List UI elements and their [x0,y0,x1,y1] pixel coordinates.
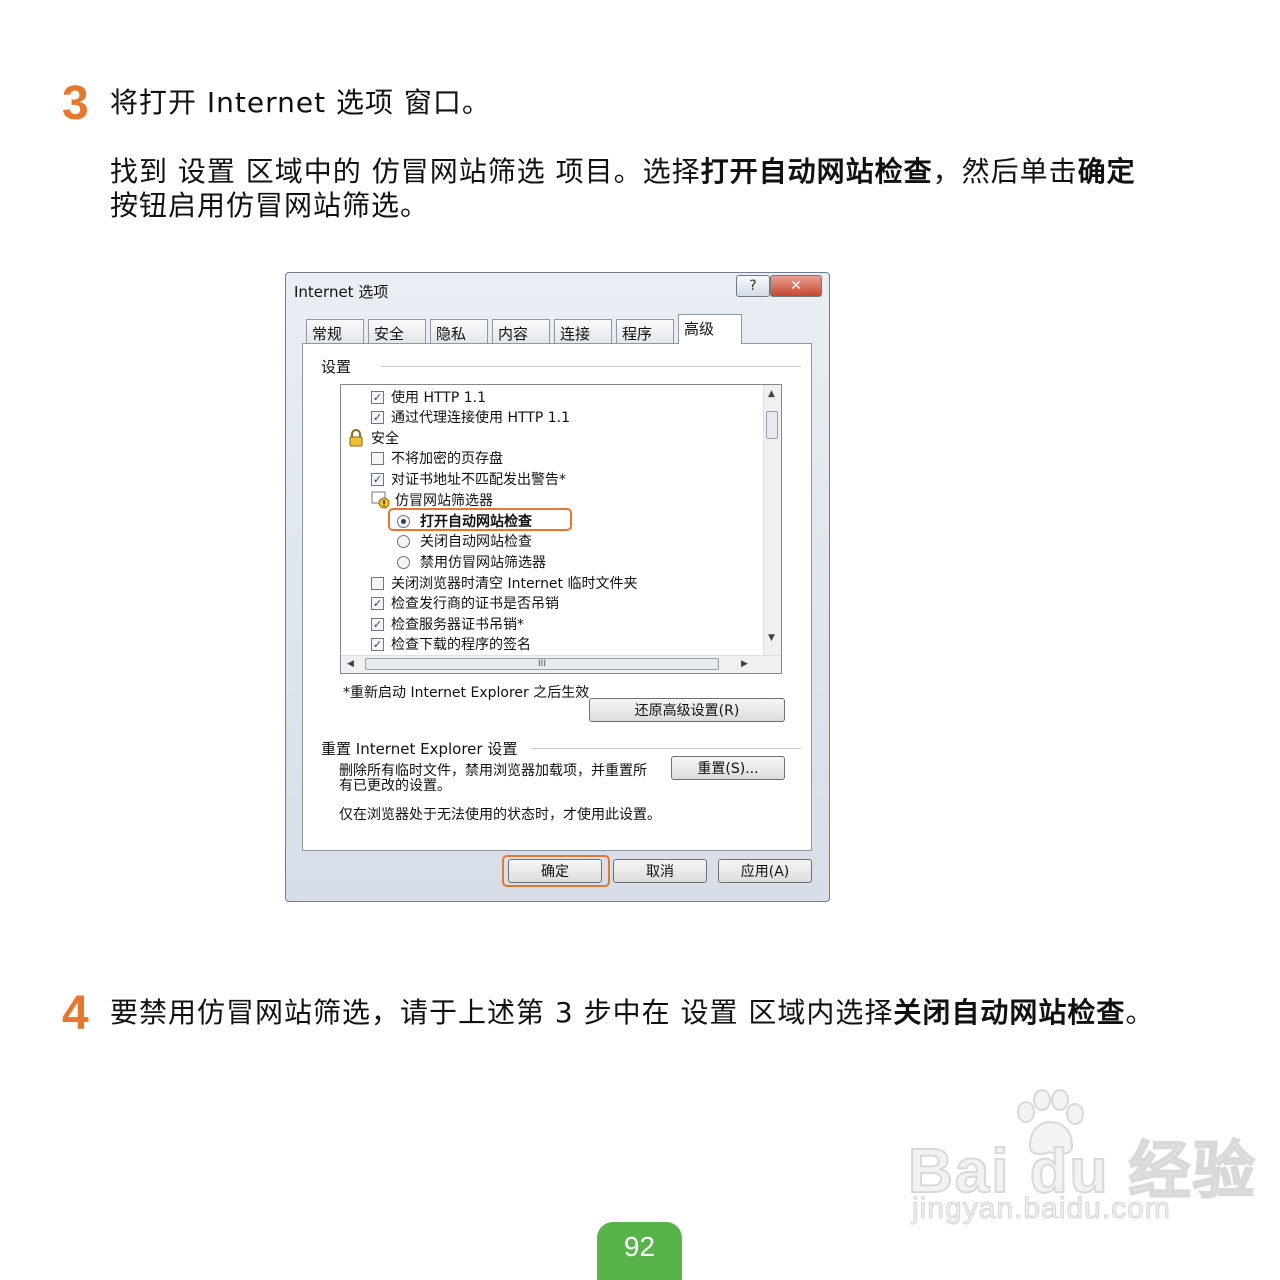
checkbox-unchecked-icon [371,576,384,590]
step-4-number: 4 [62,987,89,1040]
category-security: 安全 [347,428,399,448]
step-3-line-1: 将打开 Internet 选项 窗口。 [110,86,491,119]
scroll-up-icon[interactable]: ▲ [768,389,775,399]
close-button[interactable]: ✕ [770,275,822,297]
vertical-scroll-thumb[interactable] [766,411,778,439]
setting-label: 检查下载的程序的签名 [391,637,531,653]
radio-label: 禁用仿冒网站筛选器 [420,555,546,571]
setting-proxy-http11[interactable]: ✓ 通过代理连接使用 HTTP 1.1 [371,407,570,427]
setting-label: 不将加密的页存盘 [391,451,503,467]
highlight-ok-button [502,855,610,887]
category-phishing-filter: 仿冒网站筛选器 [371,490,493,510]
setting-label: 通过代理连接使用 HTTP 1.1 [391,410,570,426]
radio-unselected-icon [397,534,410,548]
cancel-button[interactable]: 取消 [613,859,707,883]
help-icon: ? [749,278,757,294]
tab-privacy[interactable]: 隐私 [430,319,488,343]
step-3-text-a: 找到 设置 区域中的 仿冒网站筛选 项目。选择 [110,155,701,188]
reset-group-label: 重置 Internet Explorer 设置 [321,740,518,758]
scroll-right-icon[interactable]: ▶ [741,659,748,669]
setting-check-server-revocation[interactable]: ✓ 检查服务器证书吊销* [371,614,524,634]
reset-button[interactable]: 重置(S)... [671,756,785,780]
checkbox-checked-icon: ✓ [371,410,384,424]
step-3-text-c: ，然后单击 [932,155,1078,188]
horizontal-scroll-thumb[interactable]: III [365,658,719,670]
restore-advanced-button[interactable]: 还原高级设置(R) [589,698,785,722]
scroll-down-icon[interactable]: ▼ [768,633,775,643]
reset-warning: 仅在浏览器处于无法使用的状态时，才使用此设置。 [339,807,661,823]
apply-button[interactable]: 应用(A) [718,859,812,883]
tab-content[interactable]: 内容 [492,319,550,343]
help-button[interactable]: ? [736,275,770,297]
setting-label: 检查服务器证书吊销* [391,617,524,633]
setting-label: 使用 HTTP 1.1 [391,390,486,406]
close-icon: ✕ [790,278,802,294]
setting-label: 关闭浏览器时清空 Internet 临时文件夹 [391,576,638,592]
tab-security[interactable]: 安全 [368,319,426,343]
step-4-text-c: 。 [1125,996,1155,1029]
setting-cert-mismatch-warning[interactable]: ✓ 对证书地址不匹配发出警告* [371,469,566,489]
step-3-emphasis-option: 打开自动网站检查 [700,155,933,188]
step-3-number: 3 [62,77,89,130]
reset-description: 删除所有临时文件，禁用浏览器加载项，并重置所有已更改的设置。 [339,763,647,794]
setting-empty-temp-files[interactable]: 关闭浏览器时清空 Internet 临时文件夹 [371,573,638,593]
tab-connections[interactable]: 连接 [554,319,612,343]
settings-group-label: 设置 [321,358,352,376]
radio-disable-auto-check[interactable]: 关闭自动网站检查 [397,531,532,551]
checkbox-checked-icon: ✓ [371,472,384,486]
radio-label: 关闭自动网站检查 [420,534,532,550]
tab-general[interactable]: 常规 [306,319,364,343]
dialog-title: Internet 选项 [294,283,389,301]
scroll-left-icon[interactable]: ◀ [347,659,354,669]
setting-no-save-encrypted[interactable]: 不将加密的页存盘 [371,448,503,468]
checkbox-checked-icon: ✓ [371,637,384,651]
setting-check-publisher-revocation[interactable]: ✓ 检查发行商的证书是否吊销 [371,593,559,613]
horizontal-scrollbar[interactable]: ◀ III ▶ [341,655,781,673]
setting-check-download-signature[interactable]: ✓ 检查下载的程序的签名 [371,634,531,654]
vertical-scrollbar[interactable]: ▲ ▼ [763,385,781,656]
category-label: 仿冒网站筛选器 [395,493,493,509]
radio-unselected-icon [397,555,410,569]
highlight-enable-auto-check [388,508,572,531]
watermark-url: jingyan.baidu.com [912,1192,1171,1226]
page-number: 92 [597,1222,682,1280]
setting-use-http11[interactable]: ✓ 使用 HTTP 1.1 [371,387,486,407]
radio-disable-filter[interactable]: 禁用仿冒网站筛选器 [397,552,546,572]
step-3-text-e: 按钮启用仿冒网站筛选。 [110,189,430,222]
checkbox-checked-icon: ✓ [371,390,384,404]
step-4-instruction: 要禁用仿冒网站筛选，请于上述第 3 步中在 设置 区域内选择关闭自动网站检查。 [110,996,1154,1030]
advanced-panel: 设置 ✓ 使用 HTTP 1.1 ✓ 通过代理连接使用 HTTP 1.1 安全 不将… [302,343,812,851]
setting-label: 检查发行商的证书是否吊销 [391,596,559,612]
phishing-filter-icon [371,491,390,509]
checkbox-checked-icon: ✓ [371,596,384,610]
step-3-instruction: 找到 设置 区域中的 仿冒网站筛选 项目。选择打开自动网站检查，然后单击确定 按… [110,155,1136,223]
step-3-emphasis-ok: 确定 [1077,155,1136,188]
tab-programs[interactable]: 程序 [616,319,674,343]
tab-advanced[interactable]: 高级 [678,314,742,344]
lock-icon [349,429,363,447]
setting-label: 对证书地址不匹配发出警告* [391,472,566,488]
settings-divider [381,366,801,367]
reset-divider [531,748,801,749]
internet-options-dialog: Internet 选项 ? ✕ 常规 安全 隐私 内容 连接 程序 高级 设置 … [285,272,830,902]
step-4-emphasis: 关闭自动网站检查 [893,996,1126,1029]
checkbox-unchecked-icon [371,451,384,465]
category-label: 安全 [371,431,399,447]
step-4-text-a: 要禁用仿冒网站筛选，请于上述第 3 步中在 设置 区域内选择 [110,996,894,1029]
restart-note: *重新启动 Internet Explorer 之后生效 [343,685,590,701]
checkbox-checked-icon: ✓ [371,617,384,631]
